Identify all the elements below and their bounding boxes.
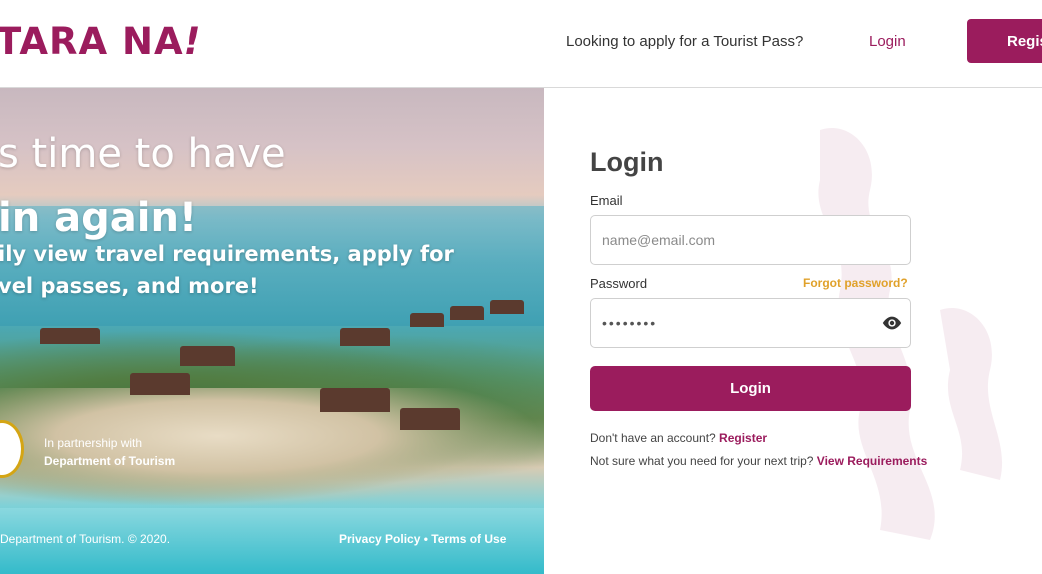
hero-villa: [410, 313, 444, 327]
email-label: Email: [590, 193, 623, 208]
copyright-text: Department of Tourism. © 2020.: [0, 532, 171, 546]
tourist-pass-link[interactable]: Looking to apply for a Tourist Pass?: [566, 33, 803, 50]
terms-of-use-link[interactable]: Terms of Use: [431, 532, 506, 546]
password-field[interactable]: [590, 298, 911, 348]
partner-name: Department of Tourism: [44, 454, 176, 468]
view-requirements-link[interactable]: View Requirements: [817, 454, 927, 468]
logo-exclaim: !: [183, 20, 202, 63]
password-label: Password: [590, 276, 648, 291]
hero-sub-line2: vel passes, and more!: [0, 274, 259, 298]
hero-villa: [180, 346, 235, 366]
top-navbar: TARA NA! Looking to apply for a Tourist …: [0, 0, 1042, 88]
nav-register-button[interactable]: Regis: [967, 19, 1042, 63]
privacy-policy-link[interactable]: Privacy Policy: [339, 532, 420, 546]
hero-image-panel: s time to have in again! ily view travel…: [0, 88, 544, 574]
hero-villa: [130, 373, 190, 395]
hero-villa: [320, 388, 390, 412]
hero-subheadline: ily view travel requirements, apply for …: [0, 238, 454, 302]
not-sure-label: Not sure what you need for your next tri…: [590, 454, 817, 468]
hero-sub-line1: ily view travel requirements, apply for: [0, 242, 454, 266]
eye-icon[interactable]: [881, 314, 903, 332]
register-link[interactable]: Register: [719, 431, 767, 445]
footer-links: Privacy Policy • Terms of Use: [339, 532, 506, 546]
partner-label: In partnership with: [44, 436, 143, 450]
login-button[interactable]: Login: [590, 366, 911, 411]
login-title: Login: [590, 147, 664, 177]
no-account-text: Don't have an account? Register: [590, 431, 767, 445]
hero-villa: [450, 306, 484, 320]
tara-na-logo[interactable]: TARA NA!: [0, 20, 202, 63]
email-field[interactable]: [590, 215, 911, 265]
hero-villa: [340, 328, 390, 346]
footer-separator: •: [420, 532, 432, 546]
hero-headline: s time to have in again!: [0, 122, 286, 250]
hero-villa: [40, 328, 100, 344]
forgot-password-link[interactable]: Forgot password?: [803, 276, 908, 290]
logo-text: TARA NA: [0, 20, 184, 63]
hero-headline-line1: s time to have: [0, 131, 286, 177]
hero-villa: [490, 300, 524, 314]
no-account-label: Don't have an account?: [590, 431, 720, 445]
nav-login-link[interactable]: Login: [869, 33, 906, 50]
hero-villa: [400, 408, 460, 430]
not-sure-text: Not sure what you need for your next tri…: [590, 454, 927, 468]
